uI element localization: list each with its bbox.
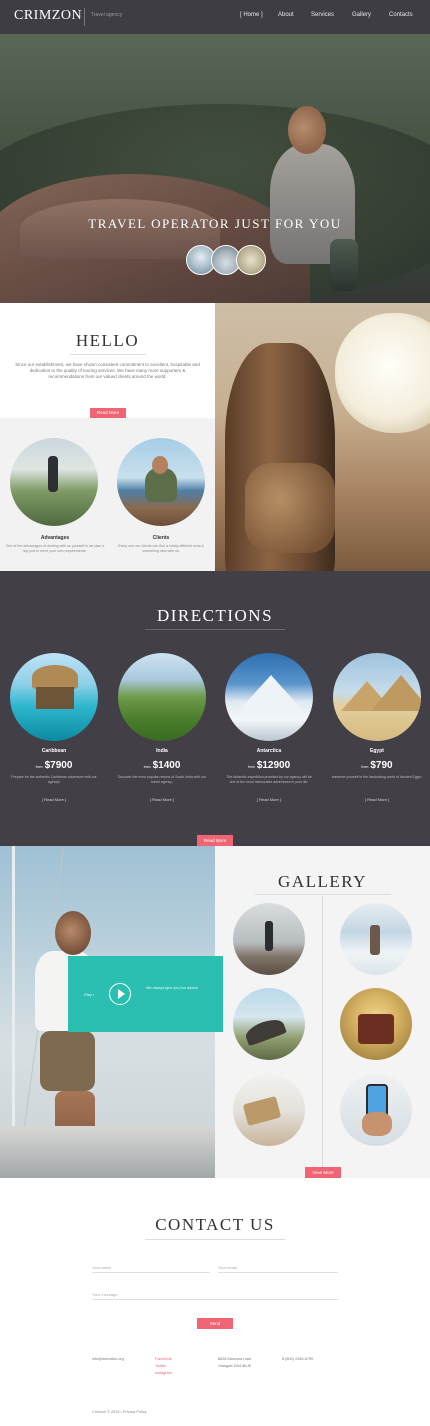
top-navbar: CRIMZON Travel agency [ Home ] About Ser… [0,0,430,34]
video-card: Play • We always give you fun advice [68,956,223,1032]
features-section: Advantages One of the advantages of deal… [0,418,215,571]
india-image[interactable] [118,653,206,741]
brand-divider [84,8,85,26]
contact-divider [145,1239,285,1240]
egypt-text: Immerse yourself in the fascinating worl… [331,775,423,779]
hero-slide-thumb-3[interactable] [236,245,266,275]
nav-item-contacts[interactable]: Contacts [389,12,413,18]
caribbean-price-value: $7900 [44,760,73,771]
clients-text: Every one our clients can find a totally… [117,544,205,553]
contact-title: CONTACT US [155,1215,275,1234]
footer-phone[interactable]: 8 (800) 2345-6790 [282,1357,313,1363]
nav-item-gallery[interactable]: Gallery [352,12,371,18]
gallery-section: GALLERY View More [215,846,430,1178]
gallery-divider [255,894,391,895]
antarctica-read-more-link[interactable]: [ Read More ] [225,797,313,802]
nav-item-services[interactable]: Services [311,12,334,18]
brand-logo[interactable]: CRIMZON [14,8,82,24]
antarctica-price: from $12900 [225,760,313,771]
egypt-price: from $790 [333,760,421,771]
antarctica-name: Antarctica [256,748,282,754]
hero-banner: TRAVEL OPERATOR JUST FOR YOU [0,34,430,303]
antarctica-image[interactable] [225,653,313,741]
airplane-seat-cushion [245,463,335,553]
contact-message-field[interactable]: Your message [92,1292,338,1300]
directions-read-more-button[interactable]: Read More [197,835,233,846]
india-price-value: $1400 [152,760,181,771]
directions-divider [145,629,285,630]
gallery-item-2[interactable] [340,903,412,975]
nav-item-about[interactable]: About [278,12,294,18]
contact-section: CONTACT US Your name Your email Your mes… [0,1178,430,1426]
footer-copyright: Crimzon © 2016 • Privacy Policy [92,1410,147,1414]
video-label: Play • [84,992,95,997]
brand-tagline: Travel agency [91,12,123,18]
contact-name-field[interactable]: Your name [92,1265,210,1273]
hello-section: HELLO Since our establishment, we have s… [0,303,215,418]
caribbean-name: Caribbean [41,748,67,754]
egypt-read-more-link[interactable]: [ Read More ] [333,797,421,802]
gallery-timeline [322,896,323,1171]
footer-twitter-link[interactable]: Twitter [155,1364,166,1370]
footer-address-line-2: Glasgow DA4 8KJE [218,1364,252,1368]
airplane-seat-image [215,303,430,571]
hero-title: TRAVEL OPERATOR JUST FOR YOU [88,216,342,231]
play-button-icon[interactable] [109,983,131,1005]
india-price: from $1400 [118,760,206,771]
video-text: We always give you fun advice [146,986,198,990]
nav-item-home[interactable]: [ Home ] [240,12,263,18]
footer-email[interactable]: info@demolink.org [92,1357,124,1363]
antarctica-text: The Antarctic expedition provided by our… [226,775,312,784]
egypt-name: Egypt [370,748,384,754]
footer-address-line-1: 8628 Marcona road [218,1357,251,1361]
caribbean-image[interactable] [10,653,98,741]
egypt-price-value: $790 [370,760,393,771]
gallery-view-more-button[interactable]: View More [305,1167,341,1178]
antarctica-price-from: from [247,765,255,769]
directions-section: DIRECTIONS Caribbean from $7900 Prepare f… [0,571,430,846]
footer-facebook-link[interactable]: Facebook [155,1357,172,1363]
gallery-item-5[interactable] [233,1074,305,1146]
directions-title: DIRECTIONS [156,606,274,625]
contact-email-field[interactable]: Your email [218,1265,338,1273]
gallery-item-1[interactable] [233,903,305,975]
antarctica-price-value: $12900 [256,760,291,771]
clients-image [117,438,205,526]
gallery-title: GALLERY [278,872,367,891]
advantages-image [10,438,98,526]
hello-read-more-button[interactable]: Read More [90,408,126,418]
caribbean-price: from $7900 [10,760,98,771]
india-name: India [156,748,168,754]
egypt-image[interactable] [333,653,421,741]
send-button[interactable]: Send [197,1318,233,1329]
gallery-item-6[interactable] [340,1074,412,1146]
caribbean-text: Prepare for the authentic Caribbean adve… [11,775,97,784]
footer-instagram-link[interactable]: Instagram [155,1371,172,1377]
hello-text: Since our establishment, we have shown c… [15,362,200,379]
advantages-title: Advantages [40,535,70,541]
caribbean-read-more-link[interactable]: [ Read More ] [10,797,98,802]
sailor-head [55,911,91,955]
gallery-item-3[interactable] [233,988,305,1060]
sailor-shorts [40,1031,95,1091]
hello-title: HELLO [75,331,140,350]
egypt-price-from: from [361,765,369,769]
boat-deck [0,1126,215,1178]
india-read-more-link[interactable]: [ Read More ] [118,797,206,802]
advantages-text: One of the advantages of dealing with us… [5,544,105,553]
gallery-item-4[interactable] [340,988,412,1060]
india-price-from: from [143,765,151,769]
clients-title: Clients [152,535,170,541]
caribbean-price-from: from [35,765,43,769]
india-text: Discover the most popular resorts of Sou… [117,775,207,784]
hello-divider [70,354,146,355]
airplane-window [335,313,430,433]
